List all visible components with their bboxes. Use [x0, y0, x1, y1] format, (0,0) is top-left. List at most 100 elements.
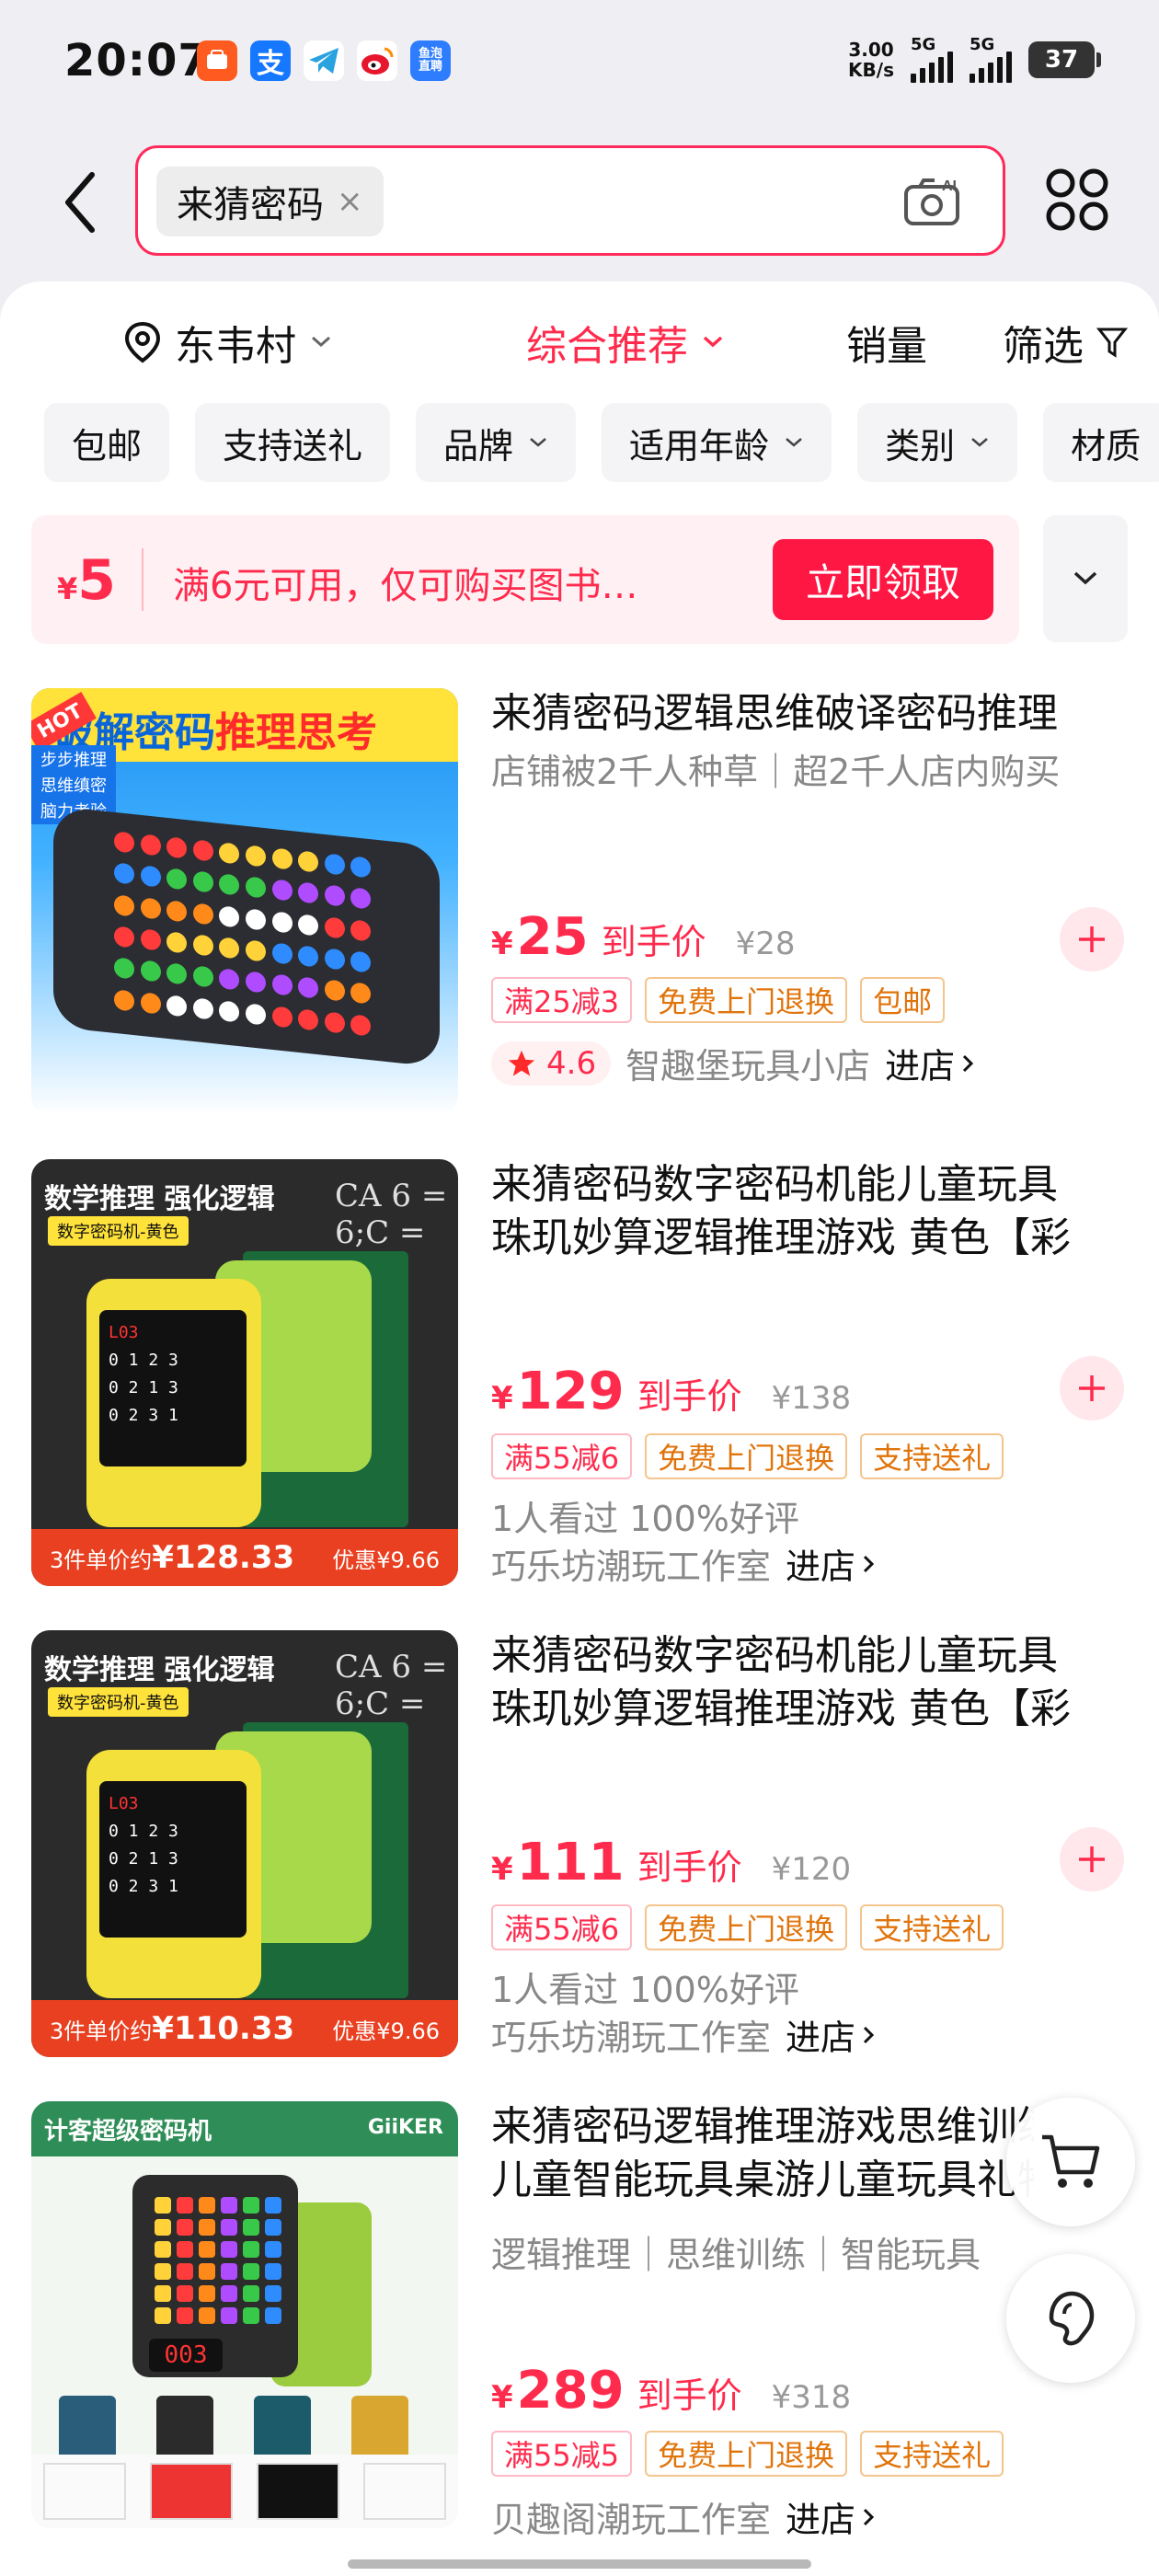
enter-shop-link[interactable]: 进店: [786, 2009, 876, 2060]
game-peg: [192, 839, 213, 862]
promo-tag: 包邮: [860, 977, 946, 1023]
shop-row: 4.6 智趣堡玩具小店 进店: [491, 1038, 975, 1088]
add-to-cart-button[interactable]: [1060, 1827, 1124, 1892]
filter-chip-age[interactable]: 适用年龄: [602, 403, 832, 482]
game-peg: [114, 988, 134, 1012]
game-peg: [246, 971, 266, 994]
game-peg: [219, 904, 240, 928]
led-cell: [199, 2263, 215, 2280]
led-cell: [177, 2285, 193, 2302]
cart-button[interactable]: [1006, 2098, 1135, 2226]
enter-shop-link[interactable]: 进店: [786, 2491, 876, 2542]
led-cell: [221, 2285, 237, 2302]
led-cell: [243, 2197, 259, 2214]
game-peg: [166, 994, 188, 1018]
game-peg: [114, 957, 134, 980]
star-icon: [508, 1050, 535, 1075]
weibo-icon: [357, 40, 397, 81]
camera-search-icon[interactable]: AI: [903, 176, 962, 227]
enter-shop-link[interactable]: 进店: [786, 1538, 876, 1589]
add-to-cart-button[interactable]: [1060, 1356, 1124, 1420]
product-title-line2: 珠玑妙算逻辑推理游戏 黄色【彩: [491, 1685, 1071, 1732]
cart-icon: [1042, 2134, 1100, 2188]
package-contents: [59, 2396, 408, 2460]
filter-chip-brand[interactable]: 品牌: [416, 403, 577, 482]
product-title-line1: 来猜密码逻辑推理游戏思维训练: [491, 2103, 1034, 2150]
game-peg: [298, 1007, 319, 1031]
filter-chip-material[interactable]: 材质: [1043, 403, 1159, 482]
promo-tag: 免费上门退换: [645, 1433, 848, 1479]
led-cell: [265, 2197, 281, 2214]
game-peg: [298, 881, 319, 904]
image-subtag: 数字密码机-黄色: [48, 1216, 189, 1246]
yellow-device: L03 0 1 2 3 0 2 1 3 0 2 3 1: [86, 1279, 261, 1527]
led-cell: [221, 2219, 237, 2236]
location-label: 东韦村: [175, 323, 296, 370]
product-image[interactable]: CA 6 = 6;C = 数学推理 强化逻辑 数字密码机-黄色 L03 0 1 …: [31, 1630, 458, 2057]
game-peg: [350, 887, 372, 910]
sort-default-tab[interactable]: 综合推荐: [526, 313, 725, 372]
image-headline: 数学推理 强化逻辑: [44, 1183, 275, 1215]
taobao-icon: [197, 40, 237, 81]
svg-text:AI: AI: [942, 178, 957, 194]
clear-query-icon[interactable]: ×: [337, 183, 363, 220]
claim-coupon-button[interactable]: 立即领取: [773, 539, 993, 620]
chevron-down-icon: [971, 438, 988, 447]
add-to-cart-button[interactable]: [1060, 907, 1124, 972]
product-image[interactable]: CA 6 = 6;C = 数学推理 强化逻辑 数字密码机-黄色 L03 0 1 …: [31, 1159, 458, 1586]
plus-icon: [1079, 926, 1105, 952]
chevron-down-icon: [703, 336, 723, 348]
chevron-down-icon: [786, 438, 802, 447]
back-icon[interactable]: [55, 166, 110, 239]
signal-icon: 5G: [970, 35, 1012, 83]
promo-tags: 满25减3 免费上门退换 包邮: [491, 977, 946, 1023]
sort-sales-tab[interactable]: 销量: [846, 313, 927, 372]
promo-tag: 免费上门退换: [645, 2431, 848, 2477]
shop-name: 巧乐坊潮玩工作室: [491, 2018, 772, 2058]
bundle-price-bar: 3件单价约¥110.33 优惠¥9.66: [31, 2000, 458, 2057]
chevron-right-icon: [863, 2508, 875, 2525]
led-cell: [243, 2241, 259, 2258]
game-peg: [271, 847, 293, 870]
promo-tag: 满55减5: [491, 2431, 633, 2477]
filter-chip-category[interactable]: 类别: [857, 403, 1018, 482]
game-pegs: [114, 831, 372, 1041]
filter-chip-free-shipping[interactable]: 包邮: [44, 403, 170, 482]
search-query-chip[interactable]: 来猜密码 ×: [156, 167, 384, 236]
chalkboard-text: CA 6 = 6;C =: [335, 1649, 448, 1722]
more-menu-icon[interactable]: [1045, 167, 1109, 232]
game-peg: [271, 1005, 293, 1029]
game-peg: [166, 931, 188, 954]
game-peg: [219, 968, 240, 991]
search-input[interactable]: 来猜密码 × AI: [135, 145, 1005, 256]
led-cell: [155, 2285, 171, 2302]
enter-shop-link[interactable]: 进店: [885, 1038, 975, 1088]
coupon-expand-button[interactable]: [1043, 515, 1128, 642]
product-subtitle: 店铺被2千人种草｜超2千人店内购买: [491, 752, 1061, 792]
filter-chips: 包邮 支持送礼 品牌 适用年龄 类别 材质: [44, 403, 1159, 482]
game-peg: [271, 910, 293, 934]
game-peg: [350, 856, 372, 879]
customer-service-button[interactable]: [1006, 2254, 1135, 2383]
location-selector[interactable]: 东韦村: [123, 313, 333, 372]
product-stats: 1人看过 100%好评: [491, 1499, 799, 1539]
filter-button[interactable]: 筛选: [1003, 313, 1128, 372]
product-image[interactable]: 破解密码推理思考 HOT 步步推理 思维缜密 脑力考验: [31, 688, 458, 1115]
price-row: ¥289 到手价 ¥318: [491, 2361, 852, 2421]
chalkboard-text: CA 6 = 6;C =: [335, 1178, 448, 1251]
sort-default-label: 综合推荐: [526, 323, 688, 370]
led-cell: [199, 2219, 215, 2236]
home-indicator[interactable]: [348, 2559, 811, 2569]
led-cell: [265, 2241, 281, 2258]
game-peg: [324, 915, 345, 939]
product-image[interactable]: 计客超级密码机 GiiKER 003: [31, 2101, 458, 2528]
filter-chip-gift[interactable]: 支持送礼: [195, 403, 391, 482]
product-title-line1: 来猜密码数字密码机能儿童玩具: [491, 1161, 1058, 1208]
device-screen: L03 0 1 2 3 0 2 1 3 0 2 3 1: [99, 1310, 247, 1466]
game-peg: [246, 845, 266, 868]
chevron-right-icon: [863, 2026, 875, 2043]
promo-tag: 支持送礼: [860, 2431, 1004, 2477]
led-display: 003: [149, 2339, 223, 2372]
game-peg: [114, 926, 134, 949]
game-peg: [192, 965, 213, 988]
